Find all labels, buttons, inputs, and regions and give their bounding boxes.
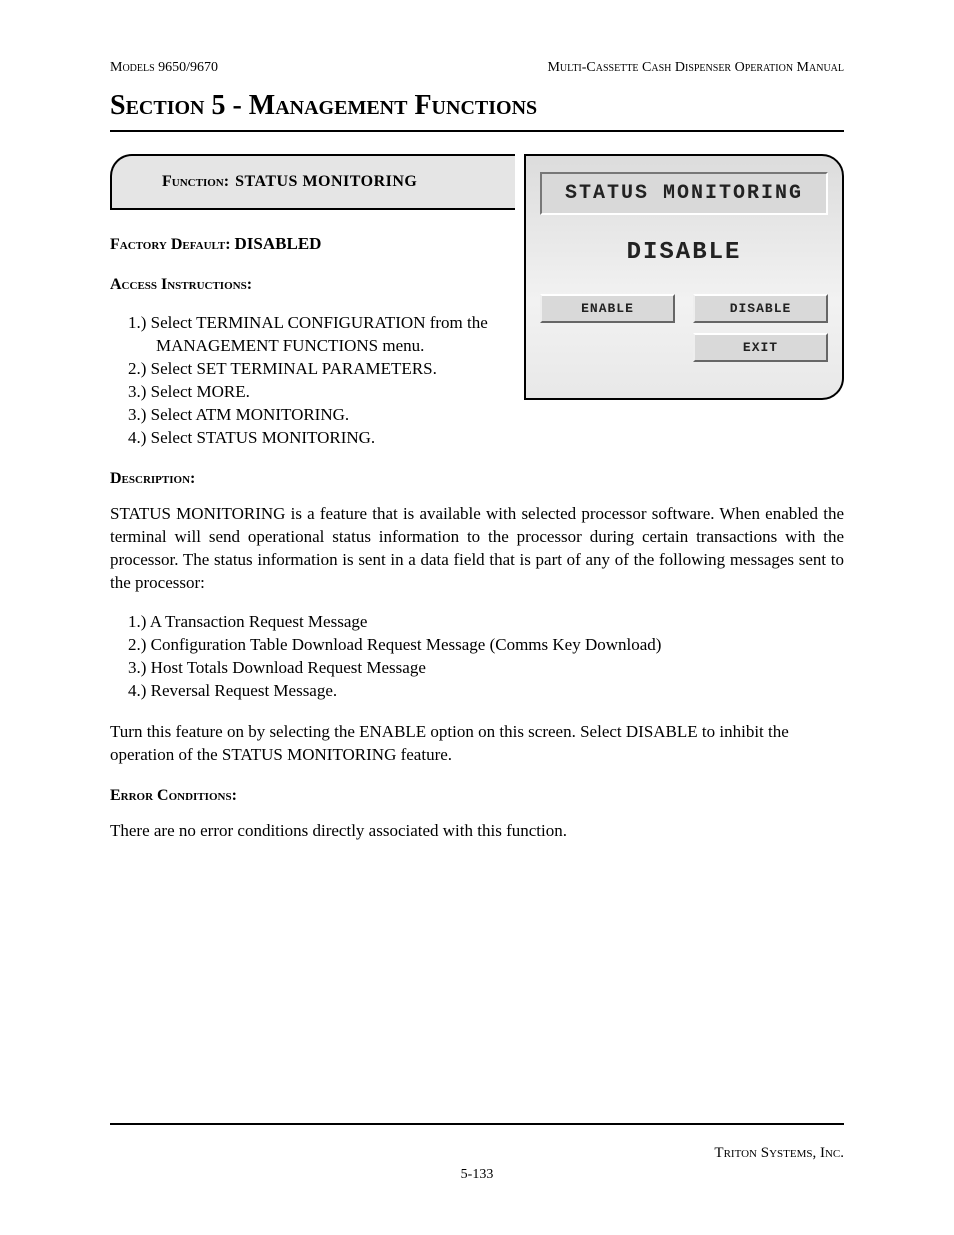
function-tab: Function: STATUS MONITORING	[110, 154, 515, 210]
description-label: Description:	[110, 468, 844, 490]
description-paragraph-1: STATUS MONITORING is a feature that is a…	[110, 503, 844, 595]
page-footer: Triton Systems, Inc. 5-133	[110, 1123, 844, 1185]
factory-default-label: Factory Default:	[110, 236, 231, 253]
message-item: 2.) Configuration Table Download Request…	[110, 634, 844, 657]
error-conditions-text: There are no error conditions directly a…	[110, 820, 844, 843]
divider-bottom	[110, 1123, 844, 1125]
screen-button-grid: ENABLE DISABLE EXIT	[540, 294, 828, 362]
message-item: 3.) Host Totals Download Request Message	[110, 657, 844, 680]
message-item: 4.) Reversal Request Message.	[110, 680, 844, 703]
body-text: Description: STATUS MONITORING is a feat…	[110, 468, 844, 844]
header-right: Multi-Cassette Cash Dispenser Operation …	[547, 60, 844, 76]
main-content: Function: STATUS MONITORING STATUS MONIT…	[110, 154, 844, 843]
terminal-screen: STATUS MONITORING DISABLE ENABLE DISABLE…	[524, 154, 844, 400]
exit-button[interactable]: EXIT	[693, 333, 828, 362]
error-conditions-label: Error Conditions:	[110, 785, 844, 807]
function-value: STATUS MONITORING	[235, 173, 417, 191]
page-number: 5-133	[461, 1167, 494, 1183]
header-left: Models 9650/9670	[110, 60, 218, 76]
section-title: Section 5 - Management Functions	[110, 90, 844, 122]
screen-value: DISABLE	[540, 239, 828, 266]
function-label: Function:	[162, 173, 229, 191]
instruction-item: 4.) Select STATUS MONITORING.	[110, 427, 520, 450]
divider-top	[110, 130, 844, 132]
description-paragraph-2: Turn this feature on by selecting the EN…	[110, 721, 844, 767]
instruction-item: 1.) Select TERMINAL CONFIGURATION from t…	[110, 312, 520, 358]
access-instructions-label: Access Instructions:	[110, 276, 520, 294]
instruction-item: 2.) Select SET TERMINAL PARAMETERS.	[110, 358, 520, 381]
left-column: Factory Default: DISABLED Access Instruc…	[110, 234, 520, 450]
instruction-item: 3.) Select MORE.	[110, 381, 520, 404]
enable-button[interactable]: ENABLE	[540, 294, 675, 323]
factory-default-value: DISABLED	[235, 234, 322, 253]
factory-default: Factory Default: DISABLED	[110, 234, 520, 254]
screen-title: STATUS MONITORING	[540, 172, 828, 215]
access-instructions-list: 1.) Select TERMINAL CONFIGURATION from t…	[110, 312, 520, 450]
instruction-item: 3.) Select ATM MONITORING.	[110, 404, 520, 427]
message-item: 1.) A Transaction Request Message	[110, 611, 844, 634]
messages-list: 1.) A Transaction Request Message 2.) Co…	[110, 611, 844, 703]
page-header: Models 9650/9670 Multi-Cassette Cash Dis…	[110, 60, 844, 76]
disable-button[interactable]: DISABLE	[693, 294, 828, 323]
footer-company: Triton Systems, Inc.	[714, 1145, 844, 1162]
